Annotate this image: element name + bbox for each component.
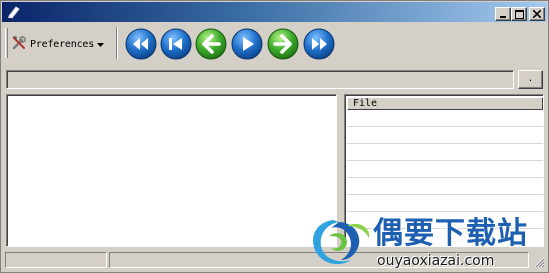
back-arrow-button[interactable]: [195, 28, 227, 60]
preferences-button[interactable]: Preferences: [11, 34, 105, 54]
status-panel-1: [5, 252, 107, 268]
tree-view-pane[interactable]: [6, 94, 337, 247]
list-row-divider: [347, 177, 543, 178]
minimize-button[interactable]: [495, 7, 511, 21]
rewind-button[interactable]: [125, 28, 157, 60]
watermark-logo-icon: [307, 214, 377, 272]
list-row-divider: [347, 211, 543, 212]
list-row-divider: [347, 194, 543, 195]
list-row-divider: [347, 143, 543, 144]
watermark-url: ouyaoxiazai.com: [377, 253, 495, 269]
play-button[interactable]: [231, 28, 263, 60]
skip-to-start-icon: [160, 28, 192, 60]
rewind-icon: [125, 28, 157, 60]
close-button[interactable]: [529, 7, 545, 21]
play-icon: [231, 28, 263, 60]
toolbar-grip[interactable]: [5, 28, 8, 58]
watermark-title: 偶要下载站: [373, 216, 528, 251]
browse-button[interactable]: .: [518, 70, 543, 89]
app-icon: [6, 5, 22, 19]
preferences-label: Preferences: [30, 38, 95, 50]
arrow-right-icon: [267, 28, 299, 60]
forward-arrow-button[interactable]: [267, 28, 299, 60]
file-column-label: File: [353, 98, 378, 109]
fast-forward-button[interactable]: [303, 28, 335, 60]
tools-icon: [11, 35, 27, 54]
title-bar[interactable]: [2, 2, 547, 22]
watermark: 偶要下载站 ouyaoxiazai.com: [307, 214, 549, 272]
fast-forward-icon: [303, 28, 335, 60]
maximize-button[interactable]: [511, 7, 527, 21]
list-row-divider: [347, 160, 543, 161]
arrow-left-icon: [195, 28, 227, 60]
app-window: Preferences . File 偶要下载站 ouyaoxiazai.com: [0, 0, 549, 273]
list-row-divider: [347, 126, 543, 127]
path-field[interactable]: [6, 70, 514, 89]
skip-to-start-button[interactable]: [160, 28, 192, 60]
toolbar-separator: [116, 27, 118, 59]
toolbar: Preferences: [5, 25, 341, 61]
file-column-header[interactable]: File: [347, 97, 543, 110]
chevron-down-icon: [97, 38, 105, 51]
